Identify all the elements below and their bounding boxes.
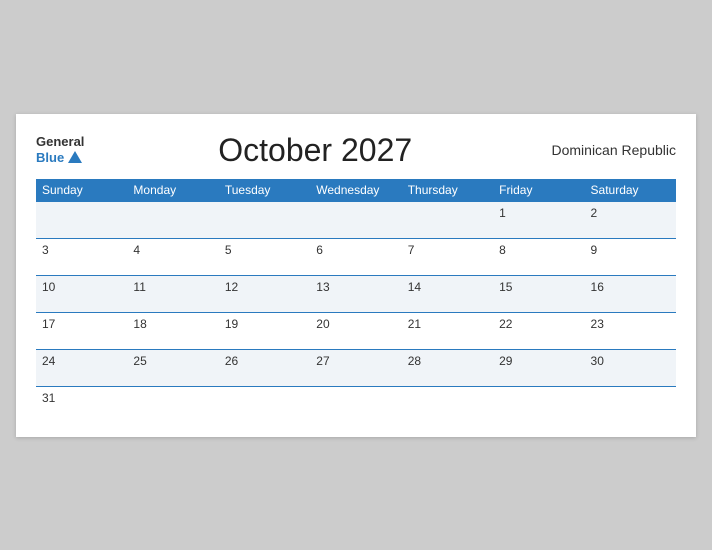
calendar-day-22: 22: [493, 312, 584, 349]
day-number: 3: [42, 243, 49, 257]
calendar-day-30: 30: [585, 349, 676, 386]
calendar-day-1: 1: [493, 201, 584, 238]
calendar-day-21: 21: [402, 312, 493, 349]
calendar-week-row: 24 25 26 27 28 29 30: [36, 349, 676, 386]
calendar-day-20: 20: [310, 312, 401, 349]
calendar-header: General Blue October 2027 Dominican Repu…: [36, 132, 676, 169]
calendar-empty-cell: [127, 201, 218, 238]
day-number: 16: [591, 280, 604, 294]
calendar-day-31: 31: [36, 386, 127, 423]
calendar-empty-cell: [127, 386, 218, 423]
calendar-day-6: 6: [310, 238, 401, 275]
day-number: 27: [316, 354, 329, 368]
calendar-day-17: 17: [36, 312, 127, 349]
calendar-day-4: 4: [127, 238, 218, 275]
day-number: 13: [316, 280, 329, 294]
calendar-day-15: 15: [493, 275, 584, 312]
calendar-day-24: 24: [36, 349, 127, 386]
calendar-day-2: 2: [585, 201, 676, 238]
calendar-empty-cell: [493, 386, 584, 423]
day-number: 1: [499, 206, 506, 220]
calendar-day-14: 14: [402, 275, 493, 312]
calendar-container: General Blue October 2027 Dominican Repu…: [16, 114, 696, 437]
day-number: 11: [133, 280, 145, 294]
logo-general-text: General: [36, 135, 84, 149]
day-number: 15: [499, 280, 512, 294]
logo-blue-text: Blue: [36, 150, 82, 165]
calendar-empty-cell: [402, 386, 493, 423]
day-number: 24: [42, 354, 55, 368]
calendar-day-25: 25: [127, 349, 218, 386]
calendar-day-8: 8: [493, 238, 584, 275]
calendar-empty-cell: [219, 201, 310, 238]
calendar-empty-cell: [402, 201, 493, 238]
day-number: 18: [133, 317, 146, 331]
calendar-week-row: 17 18 19 20 21 22 23: [36, 312, 676, 349]
day-number: 25: [133, 354, 146, 368]
calendar-day-28: 28: [402, 349, 493, 386]
day-number: 31: [42, 391, 55, 405]
calendar-week-row: 12: [36, 201, 676, 238]
day-number: 5: [225, 243, 232, 257]
day-number: 17: [42, 317, 55, 331]
day-number: 4: [133, 243, 140, 257]
calendar-day-12: 12: [219, 275, 310, 312]
calendar-day-13: 13: [310, 275, 401, 312]
day-number: 8: [499, 243, 506, 257]
weekday-header-monday: Monday: [127, 179, 218, 202]
weekday-header-saturday: Saturday: [585, 179, 676, 202]
calendar-empty-cell: [36, 201, 127, 238]
calendar-empty-cell: [310, 201, 401, 238]
day-number: 7: [408, 243, 415, 257]
day-number: 19: [225, 317, 238, 331]
weekday-header-sunday: Sunday: [36, 179, 127, 202]
country-label: Dominican Republic: [546, 142, 676, 158]
day-number: 28: [408, 354, 421, 368]
weekday-header-thursday: Thursday: [402, 179, 493, 202]
weekday-header-friday: Friday: [493, 179, 584, 202]
calendar-day-5: 5: [219, 238, 310, 275]
calendar-empty-cell: [219, 386, 310, 423]
day-number: 26: [225, 354, 238, 368]
day-number: 22: [499, 317, 512, 331]
calendar-day-23: 23: [585, 312, 676, 349]
calendar-day-16: 16: [585, 275, 676, 312]
calendar-day-27: 27: [310, 349, 401, 386]
day-number: 23: [591, 317, 604, 331]
calendar-day-19: 19: [219, 312, 310, 349]
calendar-week-row: 3 4 5 6 7 8 9: [36, 238, 676, 275]
calendar-day-10: 10: [36, 275, 127, 312]
calendar-title: October 2027: [84, 132, 546, 169]
logo-area: General Blue: [36, 135, 84, 164]
calendar-empty-cell: [585, 386, 676, 423]
calendar-day-7: 7: [402, 238, 493, 275]
calendar-empty-cell: [310, 386, 401, 423]
day-number: 29: [499, 354, 512, 368]
calendar-day-11: 11: [127, 275, 218, 312]
calendar-week-row: 31: [36, 386, 676, 423]
calendar-day-29: 29: [493, 349, 584, 386]
weekday-header-wednesday: Wednesday: [310, 179, 401, 202]
day-number: 9: [591, 243, 598, 257]
calendar-grid: SundayMondayTuesdayWednesdayThursdayFrid…: [36, 179, 676, 423]
calendar-day-26: 26: [219, 349, 310, 386]
weekday-header-row: SundayMondayTuesdayWednesdayThursdayFrid…: [36, 179, 676, 202]
logo-triangle-icon: [68, 151, 82, 163]
day-number: 10: [42, 280, 55, 294]
day-number: 30: [591, 354, 604, 368]
day-number: 20: [316, 317, 329, 331]
calendar-day-3: 3: [36, 238, 127, 275]
day-number: 14: [408, 280, 421, 294]
day-number: 6: [316, 243, 323, 257]
day-number: 12: [225, 280, 238, 294]
weekday-header-tuesday: Tuesday: [219, 179, 310, 202]
calendar-day-9: 9: [585, 238, 676, 275]
day-number: 2: [591, 206, 598, 220]
calendar-day-18: 18: [127, 312, 218, 349]
day-number: 21: [408, 317, 421, 331]
calendar-week-row: 10 11 12 13 14 15 16: [36, 275, 676, 312]
